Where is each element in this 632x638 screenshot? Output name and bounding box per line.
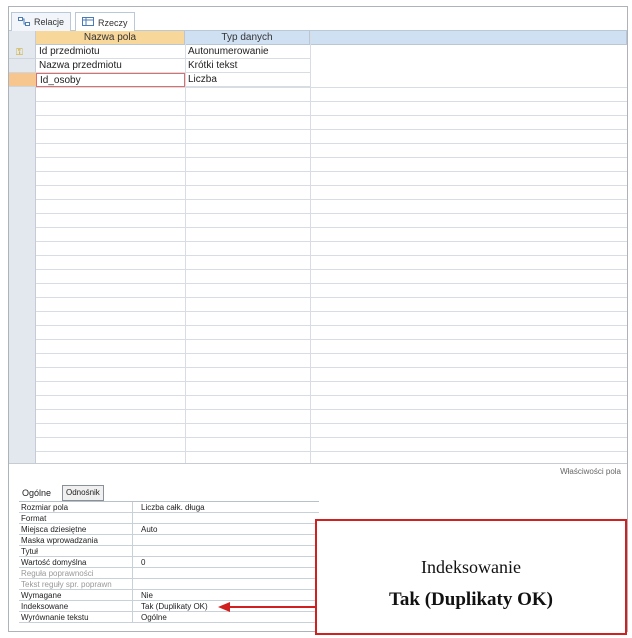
property-value[interactable]: Nie [141, 590, 311, 601]
empty-grid-row [36, 325, 627, 326]
property-label: Wartość domyślna [21, 557, 133, 568]
annotation-callout: Indeksowanie Tak (Duplikaty OK) [315, 519, 627, 635]
property-label: Miejsca dziesiętne [21, 524, 133, 535]
property-label: Reguła poprawności [21, 568, 133, 579]
field-properties-label: Właściwości pola [560, 467, 621, 476]
tab-rzeczy-label: Rzeczy [98, 17, 128, 28]
empty-grid-row [36, 437, 627, 438]
empty-grid-row [36, 311, 627, 312]
empty-grid-row [36, 381, 627, 382]
property-row[interactable]: Rozmiar pola Liczba całk. długa [19, 502, 319, 513]
tab-ogolne[interactable]: Ogólne [19, 485, 54, 501]
empty-grid-row [36, 283, 627, 284]
properties-separator [9, 463, 627, 464]
property-row[interactable]: Maska wprowadzania [19, 535, 319, 546]
empty-grid-row [36, 297, 627, 298]
property-row[interactable]: Tekst reguły spr. poprawn [19, 579, 319, 590]
field-name-cell[interactable]: Nazwa przedmiotu [36, 59, 185, 73]
property-value[interactable]: Ogólne [141, 612, 311, 623]
property-label: Rozmiar pola [21, 502, 133, 513]
empty-grid-row [36, 353, 627, 354]
property-row[interactable]: Tytuł [19, 546, 319, 557]
empty-grid-row [36, 87, 627, 88]
property-label: Wymagane [21, 590, 133, 601]
tab-odnosnik[interactable]: Odnośnik [62, 485, 104, 501]
property-value[interactable]: Liczba całk. długa [141, 502, 311, 513]
empty-grid-row [36, 129, 627, 130]
field-design-grid: ⚿ Nazwa pola Typ danych Id przedmiotu Au… [9, 31, 627, 463]
empty-grid-row [36, 255, 627, 256]
column-header-description [310, 31, 627, 45]
row-selector-column [9, 31, 36, 463]
primary-key-icon: ⚿ [16, 47, 23, 57]
property-label: Tytuł [21, 546, 133, 557]
data-type-cell[interactable]: Krótki tekst [185, 59, 310, 73]
tab-relacje-label: Relacje [34, 17, 65, 27]
tab-relacje[interactable]: Relacje [11, 12, 72, 31]
property-row[interactable]: Wymagane Nie [19, 590, 319, 601]
empty-grid-row [36, 101, 627, 102]
empty-grid-row [36, 157, 627, 158]
field-name-input-active[interactable]: Id_osoby [36, 73, 185, 87]
callout-line-2: Tak (Duplikaty OK) [388, 589, 553, 610]
property-label: Maska wprowadzania [21, 535, 133, 546]
empty-grid-row [36, 199, 627, 200]
property-row[interactable]: Reguła poprawności [19, 568, 319, 579]
empty-grid-row [36, 227, 627, 228]
relationships-icon [18, 16, 30, 28]
data-type-cell[interactable]: Liczba [185, 73, 310, 87]
property-label: Indeksowane [21, 601, 133, 612]
callout-arrow-icon [218, 602, 316, 612]
empty-grid-row [36, 241, 627, 242]
property-value[interactable]: Auto [141, 524, 311, 535]
property-row[interactable]: Miejsca dziesiętne Auto [19, 524, 319, 535]
property-value[interactable]: 0 [141, 557, 311, 568]
tab-rzeczy[interactable]: Rzeczy [75, 12, 135, 32]
data-type-cell[interactable]: Autonumerowanie [185, 45, 310, 59]
empty-grid-row [36, 451, 627, 452]
empty-grid-row [36, 423, 627, 424]
property-label: Tekst reguły spr. poprawn [21, 579, 133, 590]
grid-column-divider [185, 31, 186, 463]
empty-grid-row [36, 115, 627, 116]
grid-column-divider [310, 31, 311, 463]
column-header-field-name[interactable]: Nazwa pola [36, 31, 185, 45]
empty-grid-row [36, 171, 627, 172]
column-header-data-type[interactable]: Typ danych [185, 31, 310, 45]
property-label: Format [21, 513, 133, 524]
empty-grid-row [36, 339, 627, 340]
empty-grid-row [36, 213, 627, 214]
document-tabs: Relacje Rzeczy [9, 7, 627, 32]
empty-grid-row [36, 367, 627, 368]
empty-grid-row [36, 185, 627, 186]
property-label: Wyrównanie tekstu [21, 612, 133, 623]
property-row[interactable]: Wartość domyślna 0 [19, 557, 319, 568]
field-name-cell[interactable]: Id przedmiotu [36, 45, 185, 59]
empty-grid-row [36, 395, 627, 396]
empty-grid-row [36, 409, 627, 410]
table-icon [82, 17, 94, 28]
empty-grid-row [36, 143, 627, 144]
row-selector-current[interactable] [9, 73, 36, 87]
property-row[interactable]: Wyrównanie tekstu Ogólne [19, 612, 319, 623]
property-row[interactable]: Format [19, 513, 319, 524]
empty-grid-row [36, 269, 627, 270]
callout-line-1: Indeksowanie [421, 557, 521, 577]
row-selector[interactable] [9, 59, 36, 73]
